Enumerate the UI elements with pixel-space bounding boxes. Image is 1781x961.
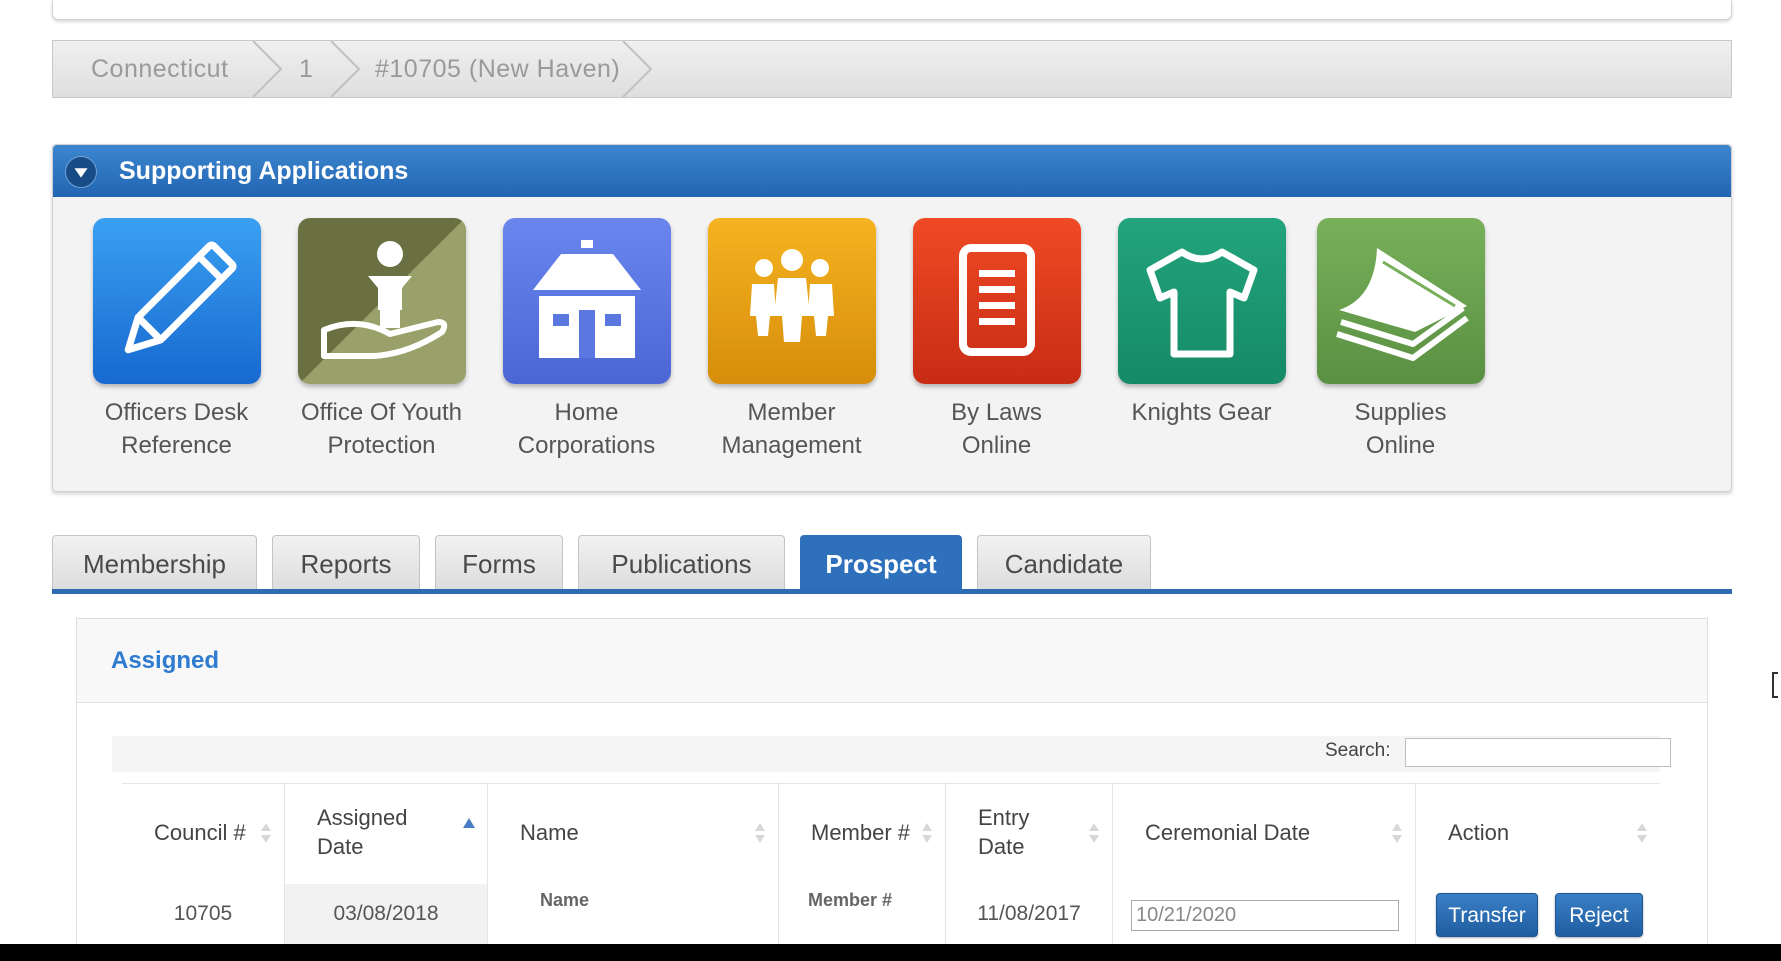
page: Connecticut 1 #10705 (New Haven) Support… — [0, 0, 1781, 961]
app-home-corporations[interactable] — [503, 218, 671, 384]
column-header-name[interactable]: Name — [488, 783, 778, 879]
column-header-label: Assigned — [317, 805, 408, 830]
app-supplies-online[interactable] — [1317, 218, 1485, 384]
sort-icon — [755, 823, 765, 843]
column-header-label: Council # — [154, 819, 246, 845]
people-group-icon — [750, 249, 834, 342]
app-label-line: Supplies — [1354, 399, 1447, 426]
tshirt-icon — [1146, 248, 1258, 358]
cell-member: Member # — [802, 890, 899, 911]
sort-icon — [1089, 823, 1099, 843]
app-label-line: Member — [747, 399, 836, 426]
column-divider — [778, 783, 779, 961]
tab-candidate[interactable]: Candidate — [977, 535, 1151, 591]
top-panel-edge — [52, 0, 1732, 20]
column-header-label: Entry — [978, 805, 1030, 830]
breadcrumb-state[interactable]: Connecticut — [91, 41, 229, 97]
bottom-bar — [0, 944, 1781, 961]
sort-icon — [261, 823, 271, 843]
app-label-officers-desk-reference[interactable]: Officers Desk Reference — [74, 396, 279, 462]
sort-icon — [1637, 823, 1647, 843]
app-label-supplies-online[interactable]: Supplies Online — [1298, 396, 1503, 462]
column-header-entry-date[interactable]: Entry Date — [946, 783, 1112, 879]
chevron-right-icon — [252, 41, 283, 97]
assigned-section-header: Assigned — [77, 619, 1707, 703]
column-divider — [487, 783, 488, 961]
sort-icon — [922, 823, 932, 843]
transfer-button[interactable]: Transfer — [1436, 893, 1538, 937]
app-label-line: Online — [1365, 432, 1436, 459]
app-label-line: Home — [554, 399, 619, 426]
app-label-line: Management — [721, 432, 862, 459]
app-label-line: Knights Gear — [1131, 399, 1272, 426]
reject-button[interactable]: Reject — [1555, 893, 1643, 937]
breadcrumb: Connecticut 1 #10705 (New Haven) — [52, 40, 1732, 98]
app-label-member-management[interactable]: Member Management — [689, 396, 894, 462]
search-input[interactable] — [1405, 738, 1671, 767]
app-label-line: By Laws — [951, 399, 1042, 426]
cell-council: 10705 — [173, 902, 233, 925]
column-divider — [1415, 783, 1416, 961]
app-label-by-laws-online[interactable]: By Laws Online — [894, 396, 1099, 462]
document-icon — [959, 244, 1035, 356]
tabs-underline — [52, 589, 1732, 594]
tab-publications[interactable]: Publications — [578, 535, 785, 591]
collapse-toggle-icon[interactable] — [65, 156, 97, 188]
pencil-icon — [124, 241, 237, 354]
assigned-title[interactable]: Assigned — [111, 619, 219, 703]
chevron-right-icon — [622, 41, 653, 97]
supporting-applications-title: Supporting Applications — [119, 157, 409, 185]
paper-stack-icon — [1336, 248, 1469, 361]
tab-prospect[interactable]: Prospect — [800, 535, 962, 591]
app-by-laws-online[interactable] — [913, 218, 1081, 384]
cell-assigned-date: 03/08/2018 — [285, 884, 487, 944]
tab-forms[interactable]: Forms — [435, 535, 563, 591]
tab-membership[interactable]: Membership — [52, 535, 257, 591]
sort-icon — [1392, 823, 1402, 843]
column-header-label: Name — [520, 819, 579, 845]
supporting-applications-header[interactable]: Supporting Applications — [53, 145, 1731, 197]
breadcrumb-council[interactable]: #10705 (New Haven) — [375, 41, 620, 97]
tab-reports[interactable]: Reports — [272, 535, 420, 591]
app-label-line: Protection — [327, 432, 436, 459]
app-label-knights-gear[interactable]: Knights Gear — [1099, 396, 1304, 429]
app-officers-desk-reference[interactable] — [93, 218, 261, 384]
breadcrumb-district[interactable]: 1 — [299, 41, 313, 97]
cell-entry-date: 11/08/2017 — [977, 902, 1081, 925]
column-divider — [1112, 783, 1113, 961]
column-header-label: Date — [317, 834, 364, 859]
column-header-label: Date — [978, 834, 1025, 859]
text-cursor-icon — [1772, 672, 1778, 698]
chevron-right-icon — [330, 41, 361, 97]
app-label-line: Office Of Youth — [300, 399, 462, 426]
sort-ascending-icon — [463, 818, 475, 828]
house-icon — [533, 240, 641, 358]
ceremonial-date-input[interactable] — [1131, 900, 1399, 931]
app-label-line: Reference — [121, 432, 232, 459]
column-header-assigned-date[interactable]: Assigned Date — [285, 783, 487, 879]
app-knights-gear[interactable] — [1118, 218, 1286, 384]
column-header-council[interactable]: Council # — [122, 783, 284, 879]
app-member-management[interactable] — [708, 218, 876, 384]
column-header-label: Action — [1448, 819, 1510, 845]
column-header-label: Ceremonial Date — [1145, 819, 1311, 845]
app-label-office-of-youth-protection[interactable]: Office Of Youth Protection — [279, 396, 484, 462]
app-label-line: Officers Desk — [104, 399, 249, 426]
column-header-member[interactable]: Member # — [779, 783, 945, 879]
app-label-home-corporations[interactable]: Home Corporations — [484, 396, 689, 462]
cell-name: Name — [534, 890, 596, 911]
app-label-line: Corporations — [517, 432, 656, 459]
column-header-ceremonial-date[interactable]: Ceremonial Date — [1113, 783, 1415, 879]
app-label-line: Online — [961, 432, 1032, 459]
column-header-label: Member # — [811, 819, 911, 845]
column-header-action[interactable]: Action — [1416, 783, 1660, 879]
youth-protection-icon — [321, 241, 448, 359]
search-label: Search: — [1325, 740, 1391, 761]
app-office-of-youth-protection[interactable] — [298, 218, 466, 384]
